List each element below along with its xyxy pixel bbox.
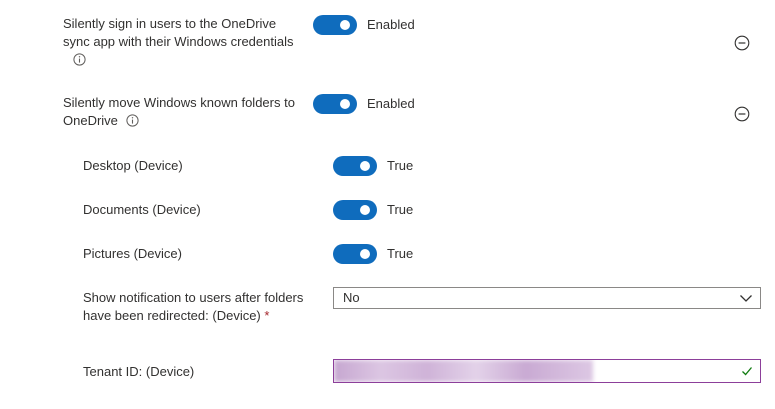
- minus-circle-icon[interactable]: [734, 35, 750, 51]
- info-icon[interactable]: [126, 114, 139, 127]
- setting-label-line: have been redirected: (Device): [83, 308, 261, 323]
- desktop-toggle[interactable]: [333, 156, 377, 176]
- known-folders-state: Enabled: [367, 96, 415, 111]
- tenant-id-field[interactable]: [333, 359, 761, 383]
- documents-state: True: [387, 202, 414, 217]
- notification-label: Show notification to users after folders…: [83, 289, 323, 325]
- setting-label-silent-signin: Silently sign in users to the OneDrive s…: [63, 15, 308, 69]
- setting-label-line: Silently sign in users to the OneDrive: [63, 16, 277, 31]
- silent-signin-toggle[interactable]: [313, 15, 357, 35]
- documents-toggle[interactable]: [333, 200, 377, 220]
- silent-signin-state: Enabled: [367, 17, 415, 32]
- info-icon[interactable]: [73, 53, 86, 66]
- checkmark-icon: [742, 367, 752, 376]
- setting-label-line: Show notification to users after folders: [83, 290, 304, 305]
- notification-select[interactable]: No: [333, 287, 761, 309]
- tenant-id-input[interactable]: [334, 360, 760, 382]
- chevron-down-icon: [740, 295, 752, 302]
- setting-label-known-folders: Silently move Windows known folders to O…: [63, 94, 308, 130]
- tenant-id-label: Tenant ID: (Device): [83, 364, 195, 379]
- subsetting-label-pictures: Pictures (Device): [83, 246, 182, 261]
- setting-label-line: Silently move Windows known folders to: [63, 95, 295, 110]
- toggle-knob: [340, 99, 350, 109]
- pictures-state: True: [387, 246, 414, 261]
- notification-selected-value: No: [343, 290, 360, 305]
- subsetting-label-documents: Documents (Device): [83, 202, 201, 217]
- setting-label-line: OneDrive: [63, 113, 118, 128]
- minus-circle-icon[interactable]: [734, 106, 750, 122]
- toggle-knob: [360, 205, 370, 215]
- toggle-knob: [360, 161, 370, 171]
- toggle-knob: [360, 249, 370, 259]
- known-folders-toggle[interactable]: [313, 94, 357, 114]
- pictures-toggle[interactable]: [333, 244, 377, 264]
- required-marker: *: [264, 308, 270, 323]
- desktop-state: True: [387, 158, 414, 173]
- setting-label-line: sync app with their Windows credentials: [63, 34, 294, 49]
- subsetting-label-desktop: Desktop (Device): [83, 158, 183, 173]
- toggle-knob: [340, 20, 350, 30]
